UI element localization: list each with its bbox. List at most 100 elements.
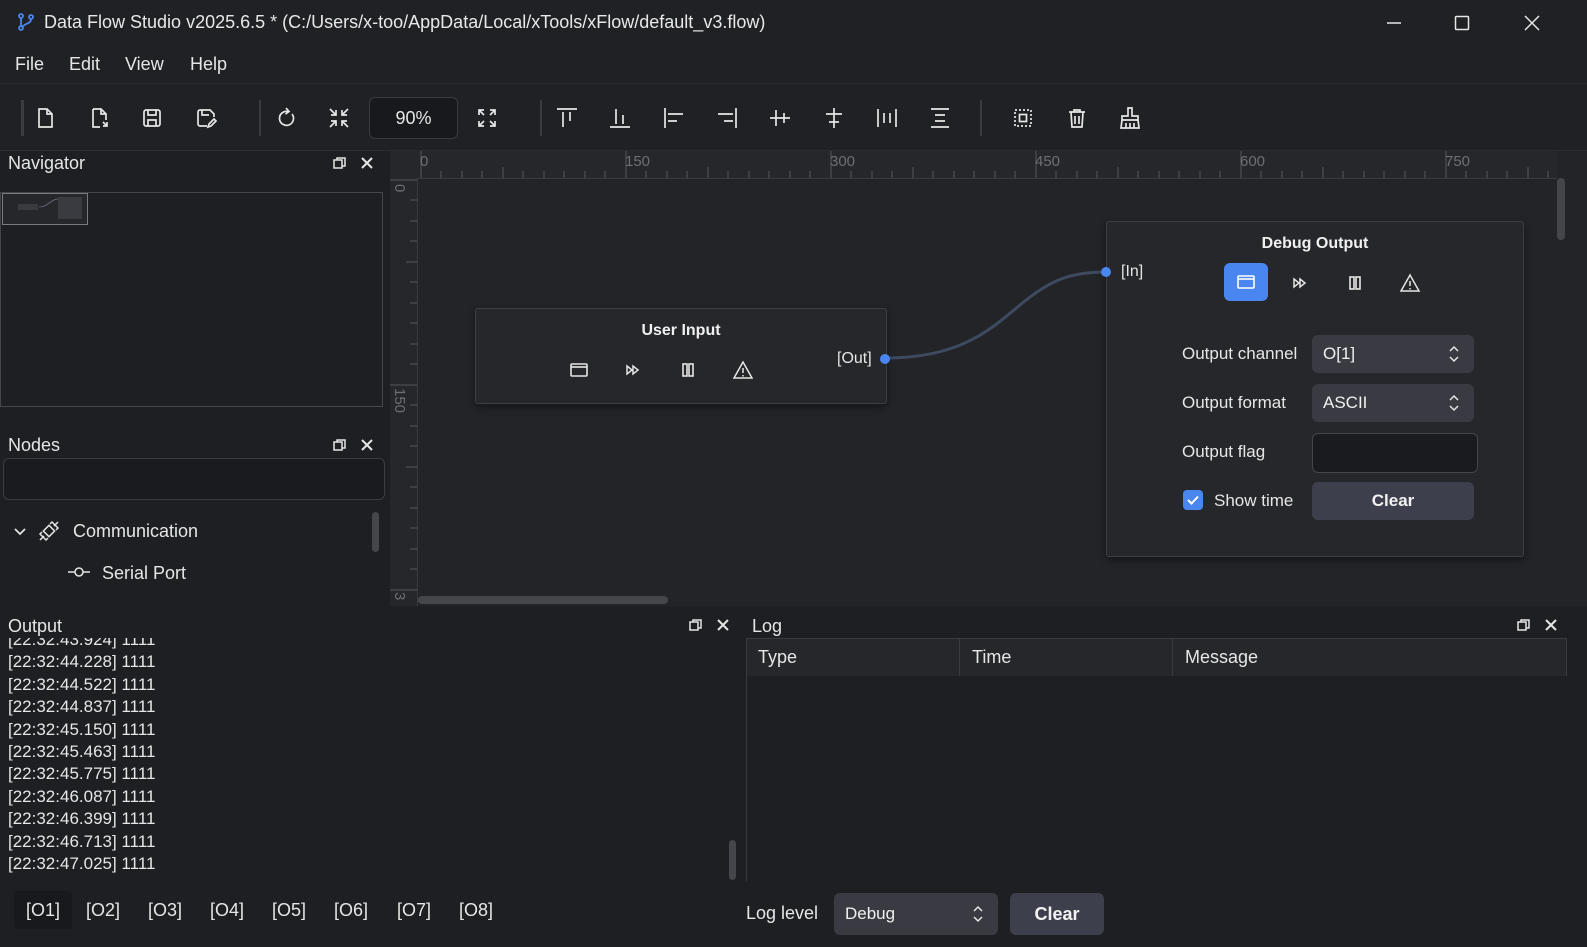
align-hcenter-icon[interactable] <box>821 105 847 131</box>
column-type[interactable]: Type <box>758 639 797 676</box>
output-line: [22:32:46.087] 1111 <box>8 786 156 806</box>
fast-forward-icon[interactable] <box>622 359 644 381</box>
float-panel-icon[interactable] <box>332 155 348 171</box>
clear-button[interactable]: Clear <box>1312 482 1474 520</box>
menu-edit[interactable]: Edit <box>69 45 100 83</box>
user-input-node[interactable]: User Input [Out] <box>475 308 890 404</box>
open-file-icon[interactable] <box>86 105 112 131</box>
close-panel-icon[interactable] <box>359 437 375 453</box>
nodes-tree: Communication Serial Port <box>0 508 382 604</box>
minimize-button[interactable] <box>1359 0 1429 45</box>
toolbar-handle[interactable] <box>21 100 24 136</box>
output-format-label: Output format <box>1182 393 1286 412</box>
menu-view[interactable]: View <box>125 45 164 83</box>
float-panel-icon[interactable] <box>1516 617 1532 633</box>
float-panel-icon[interactable] <box>688 617 704 633</box>
clear-canvas-brush-icon[interactable] <box>1117 105 1143 131</box>
distribute-vertical-icon[interactable] <box>927 105 953 131</box>
align-top-icon[interactable] <box>554 105 580 131</box>
align-left-icon[interactable] <box>661 105 687 131</box>
float-panel-icon[interactable] <box>332 437 348 453</box>
tab-o4[interactable]: [O4] <box>198 891 256 929</box>
debug-output-node[interactable]: Debug Output [In] Output channel O[1] Ou… <box>1101 221 1524 557</box>
delete-icon[interactable] <box>1064 105 1090 131</box>
canvas-vertical-scrollbar[interactable] <box>1557 178 1565 240</box>
fit-view-icon[interactable] <box>474 105 500 131</box>
close-panel-icon[interactable] <box>1543 617 1559 633</box>
column-message[interactable]: Message <box>1185 639 1258 676</box>
spinner-arrows-icon <box>1449 394 1459 412</box>
tab-o8[interactable]: [O8] <box>447 891 505 929</box>
close-panel-icon[interactable] <box>359 155 375 171</box>
column-divider <box>1172 639 1173 676</box>
tab-o5[interactable]: [O5] <box>260 891 318 929</box>
pause-icon[interactable] <box>677 359 699 381</box>
save-as-icon[interactable] <box>193 105 219 131</box>
window-toggle-button[interactable] <box>1224 263 1268 301</box>
log-panel-header: Log <box>746 613 1587 639</box>
output-line: [22:32:44.522] 1111 <box>8 674 156 694</box>
output-format-select[interactable]: ASCII <box>1312 384 1474 422</box>
output-flag-label: Output flag <box>1182 442 1266 461</box>
pause-icon[interactable] <box>1344 272 1366 294</box>
canvas-horizontal-scrollbar[interactable] <box>418 596 668 604</box>
output-line: [22:32:44.837] 1111 <box>8 697 156 717</box>
out-port[interactable] <box>880 354 890 364</box>
nodes-search-input[interactable] <box>3 458 385 500</box>
tree-scrollbar[interactable] <box>372 512 379 552</box>
align-right-icon[interactable] <box>714 105 740 131</box>
distribute-horizontal-icon[interactable] <box>874 105 900 131</box>
ruler-label: 450 <box>1035 153 1061 170</box>
save-icon[interactable] <box>139 105 165 131</box>
tree-item-serial-port[interactable]: Serial Port <box>102 563 186 584</box>
refresh-icon[interactable] <box>273 105 299 131</box>
collapse-icon[interactable] <box>326 105 352 131</box>
menu-file[interactable]: File <box>15 45 44 83</box>
close-button[interactable] <box>1497 0 1567 45</box>
select-all-icon[interactable] <box>1010 105 1036 131</box>
ruler-horizontal: 0 150 300 450 600 750 <box>390 151 1557 179</box>
output-scrollbar[interactable] <box>729 840 736 880</box>
align-bottom-icon[interactable] <box>607 105 633 131</box>
output-line: [22:32:45.775] 1111 <box>8 764 156 784</box>
show-time-checkbox[interactable] <box>1183 490 1203 510</box>
output-title: Output <box>8 616 63 636</box>
menu-help[interactable]: Help <box>190 45 227 83</box>
log-clear-button[interactable]: Clear <box>1010 893 1104 935</box>
align-vcenter-icon[interactable] <box>767 105 793 131</box>
fast-forward-icon[interactable] <box>1289 272 1311 294</box>
output-line: [22:32:43.924] 1111 <box>8 638 156 649</box>
log-level-select[interactable]: Debug <box>834 893 998 935</box>
new-file-icon[interactable] <box>32 105 58 131</box>
window-icon[interactable] <box>568 359 590 381</box>
output-line: [22:32:46.399] 1111 <box>8 809 156 829</box>
chevron-down-icon[interactable] <box>12 524 28 540</box>
tab-o1[interactable]: [O1] <box>14 891 73 929</box>
ruler-label: 600 <box>1240 153 1266 170</box>
spinner-arrows-icon <box>973 905 983 923</box>
warning-icon[interactable] <box>732 359 754 381</box>
minimap-preview <box>18 197 82 219</box>
output-log-view[interactable]: [22:32:43.924] 1111 [22:32:44.228] 1111 … <box>0 638 740 881</box>
tab-o2[interactable]: [O2] <box>74 891 132 929</box>
close-panel-icon[interactable] <box>715 617 731 633</box>
navigator-viewport[interactable] <box>2 193 88 225</box>
close-icon <box>1524 14 1540 31</box>
column-time[interactable]: Time <box>972 639 1011 676</box>
log-table-body[interactable] <box>746 676 1568 881</box>
tab-o6[interactable]: [O6] <box>322 891 380 929</box>
in-port[interactable] <box>1101 267 1111 277</box>
zoom-level[interactable]: 90% <box>369 97 458 139</box>
output-channel-select[interactable]: O[1] <box>1312 335 1474 373</box>
tab-o3[interactable]: [O3] <box>136 891 194 929</box>
output-flag-input[interactable] <box>1312 433 1478 473</box>
maximize-button[interactable] <box>1427 0 1497 45</box>
node-connection[interactable] <box>880 260 1120 370</box>
window-icon <box>1235 271 1257 293</box>
tree-item-communication[interactable]: Communication <box>73 521 198 542</box>
out-port-label: [Out] <box>837 350 872 367</box>
warning-icon[interactable] <box>1399 272 1421 294</box>
output-line: [22:32:45.463] 1111 <box>8 741 156 761</box>
ruler-vertical: 0 150 3 <box>390 178 418 606</box>
tab-o7[interactable]: [O7] <box>385 891 443 929</box>
